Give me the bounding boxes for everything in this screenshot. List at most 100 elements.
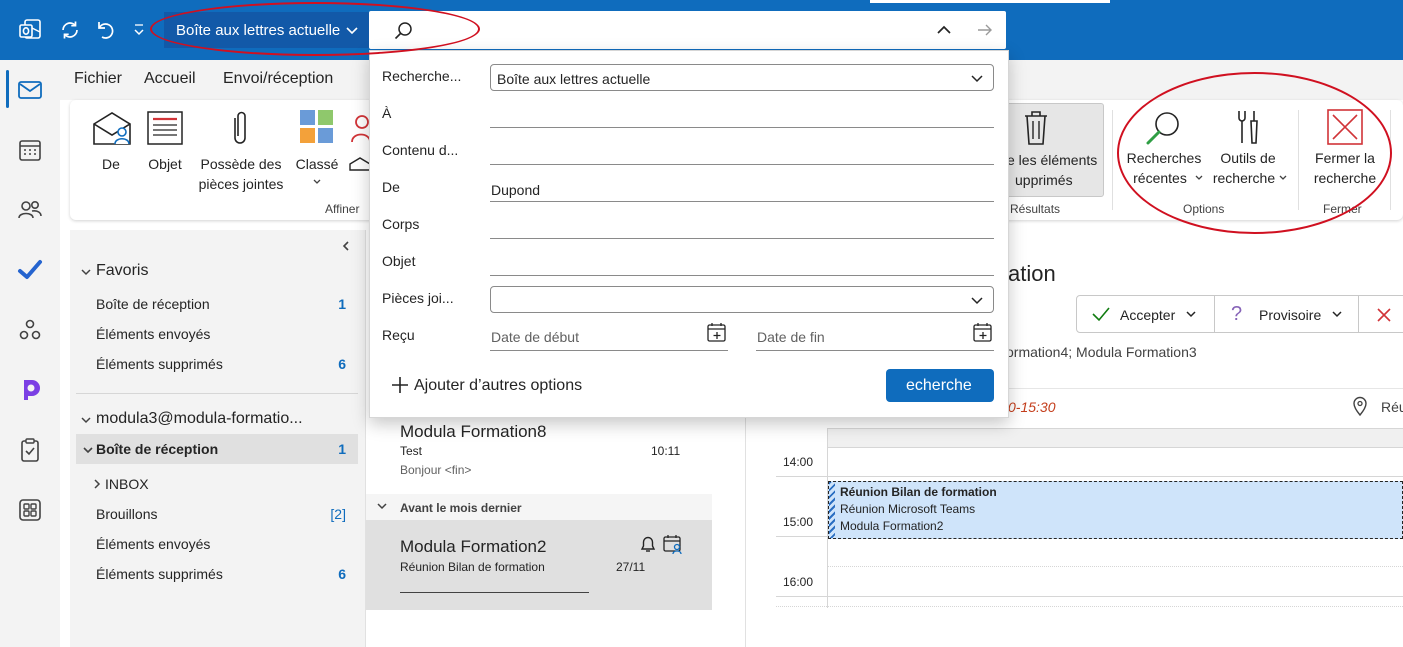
folder-drafts[interactable]: Brouillons [2] bbox=[76, 502, 358, 530]
add-more-options-button[interactable]: Ajouter d’autres options bbox=[390, 374, 610, 398]
calendar-icon[interactable] bbox=[16, 136, 44, 164]
customize-toolbar-chevron-icon[interactable] bbox=[132, 22, 146, 38]
body-input[interactable] bbox=[490, 211, 994, 239]
refine-group-label: Affiner bbox=[325, 202, 360, 216]
folder-label: Éléments supprimés bbox=[96, 356, 223, 372]
groups-icon[interactable] bbox=[16, 316, 44, 344]
favorite-deleted-items[interactable]: Éléments supprimés 6 bbox=[76, 352, 358, 380]
inbox-folder-selected[interactable]: Boîte de réception 1 bbox=[76, 434, 358, 464]
menu-fichier[interactable]: Fichier bbox=[74, 70, 122, 88]
from-field-label: De bbox=[382, 179, 400, 195]
trash-icon bbox=[1025, 111, 1047, 145]
folder-label: INBOX bbox=[105, 476, 149, 492]
hour-label: 14:00 bbox=[783, 455, 814, 469]
title-bar-highlight bbox=[870, 0, 1110, 3]
start-date-input[interactable]: Date de début bbox=[490, 321, 728, 351]
chevron-down-icon bbox=[1186, 311, 1196, 318]
search-submit-label: echerche bbox=[906, 377, 972, 394]
chevron-down-icon bbox=[377, 503, 387, 510]
decline-x-icon bbox=[1377, 308, 1391, 322]
chevron-down-icon bbox=[971, 75, 983, 83]
sync-icon[interactable] bbox=[58, 18, 82, 42]
paperclip-icon bbox=[234, 111, 246, 144]
favorite-inbox[interactable]: Boîte de réception 1 bbox=[76, 292, 358, 320]
plus-icon bbox=[392, 377, 408, 393]
folder-label: Boîte de réception bbox=[96, 441, 219, 457]
calendar-add-icon bbox=[973, 323, 992, 342]
folder-inbox-sub[interactable]: INBOX bbox=[76, 472, 358, 500]
envelope-person-icon bbox=[93, 112, 131, 145]
folder-label: Éléments envoyés bbox=[96, 536, 211, 552]
calendar-add-icon bbox=[707, 323, 726, 342]
message-date: 27/11 bbox=[616, 560, 646, 574]
accept-label: Accepter bbox=[1120, 307, 1176, 323]
hour-line bbox=[776, 476, 1403, 477]
favorites-header[interactable]: Favoris bbox=[96, 262, 148, 280]
active-app-indicator bbox=[6, 70, 9, 108]
folder-label: Brouillons bbox=[96, 506, 158, 522]
include-deleted-items-button[interactable]: e les éléments upprimés bbox=[1004, 103, 1104, 197]
subject-input[interactable] bbox=[490, 248, 994, 276]
collapse-search-chevron-up-icon[interactable] bbox=[935, 22, 953, 38]
event-organizer: Modula Formation2 bbox=[840, 519, 944, 533]
account-header[interactable]: modula3@modula-formatio... bbox=[96, 410, 303, 428]
chevron-down-icon[interactable] bbox=[80, 414, 92, 426]
todo-check-icon[interactable] bbox=[16, 256, 44, 284]
tentative-label: Provisoire bbox=[1259, 307, 1322, 323]
more-apps-icon[interactable] bbox=[16, 496, 44, 524]
chevron-down-icon[interactable] bbox=[80, 266, 92, 278]
message-preview: Bonjour <fin> bbox=[400, 463, 472, 477]
arrow-right-icon[interactable] bbox=[976, 22, 994, 38]
message-item[interactable]: Modula Formation8 Test 10:11 Bonjour <fi… bbox=[366, 418, 712, 488]
search-scope-dropdown[interactable]: Boîte aux lettres actuelle bbox=[490, 64, 994, 91]
from-filter-button[interactable]: De bbox=[86, 106, 136, 178]
favorite-sent-items[interactable]: Éléments envoyés bbox=[76, 322, 358, 350]
unread-count: 6 bbox=[338, 566, 346, 582]
message-subject: Test bbox=[400, 444, 423, 458]
attachments-dropdown[interactable] bbox=[490, 286, 994, 313]
has-attachments-button[interactable]: Possède des pièces jointes bbox=[192, 106, 290, 192]
end-date-input[interactable]: Date de fin bbox=[756, 321, 994, 351]
subject-filter-button[interactable]: Objet bbox=[142, 106, 188, 178]
undo-icon[interactable] bbox=[94, 18, 118, 42]
content-input[interactable] bbox=[490, 137, 994, 165]
bell-reminder-icon bbox=[640, 536, 656, 552]
accept-button[interactable]: Accepter bbox=[1076, 295, 1215, 333]
folder-deleted-items[interactable]: Éléments supprimés 6 bbox=[76, 562, 358, 590]
outlook-logo-icon[interactable] bbox=[18, 18, 42, 42]
decline-button[interactable] bbox=[1358, 295, 1403, 333]
message-item-selected[interactable]: Modula Formation2 Réunion Bilan de forma… bbox=[366, 520, 712, 610]
all-day-row bbox=[827, 428, 1403, 448]
folder-sent-items[interactable]: Éléments envoyés bbox=[76, 532, 358, 560]
message-group-header[interactable]: Avant le mois dernier bbox=[366, 494, 712, 520]
search-submit-button[interactable]: echerche bbox=[886, 369, 994, 402]
collapse-pane-chevron-icon[interactable] bbox=[340, 240, 352, 252]
tasks-clipboard-icon[interactable] bbox=[16, 436, 44, 464]
meeting-time: 0-15:30 bbox=[1008, 399, 1056, 415]
location-pin-icon bbox=[1353, 396, 1367, 416]
add-more-options-label: Ajouter d’autres options bbox=[414, 377, 583, 394]
from-input[interactable]: Dupond bbox=[490, 174, 994, 202]
calendar-event[interactable]: Réunion Bilan de formation Réunion Micro… bbox=[828, 481, 1403, 539]
input-underline bbox=[490, 201, 994, 202]
annotation-ellipse-search-options bbox=[1117, 72, 1392, 234]
subject-filter-label: Objet bbox=[148, 156, 182, 172]
subject-field-label: Objet bbox=[382, 253, 416, 269]
meeting-location: Réu bbox=[1381, 399, 1403, 415]
has-attachments-label-2: pièces jointes bbox=[198, 176, 284, 192]
people-icon[interactable] bbox=[16, 196, 44, 224]
tentative-button[interactable]: ? Provisoire bbox=[1214, 295, 1359, 333]
end-date-placeholder: Date de fin bbox=[757, 329, 825, 345]
copilot-loop-icon[interactable] bbox=[16, 376, 44, 404]
menu-envoi-reception[interactable]: Envoi/réception bbox=[223, 70, 333, 88]
half-hour-line bbox=[776, 606, 1403, 607]
menu-accueil[interactable]: Accueil bbox=[144, 70, 196, 88]
divider bbox=[1006, 388, 1403, 389]
has-attachments-label-1: Possède des bbox=[200, 156, 282, 172]
mail-icon[interactable] bbox=[16, 76, 44, 104]
categorized-dropdown-button[interactable]: Classé bbox=[292, 106, 342, 190]
received-field-label: Reçu bbox=[382, 327, 415, 343]
annotation-ellipse-mailbox-scope bbox=[150, 2, 480, 56]
to-input[interactable] bbox=[490, 100, 994, 128]
body-field-label: Corps bbox=[382, 216, 420, 232]
